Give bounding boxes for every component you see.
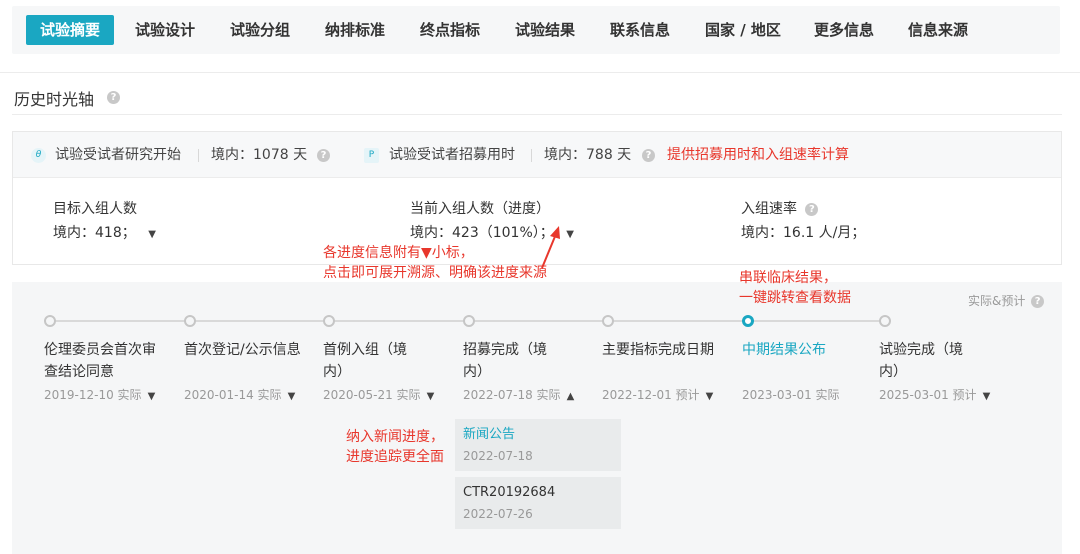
expand-caret-icon[interactable]: ▼	[148, 391, 156, 402]
milestone-name: 试验完成（境内）	[879, 342, 963, 380]
expand-caret-icon[interactable]: ▼	[288, 391, 296, 402]
tab-trial-summary[interactable]: 试验摘要	[26, 15, 115, 45]
recruit-value: 境内：788 天	[544, 147, 632, 163]
timeline-line	[50, 320, 748, 322]
source-card[interactable]: 新闻公告 2022-07-18	[455, 419, 621, 471]
timeline-dot	[463, 315, 475, 327]
enrollment-rate-label-text: 入组速率	[741, 201, 797, 217]
tab-trial-groups[interactable]: 试验分组	[216, 15, 304, 45]
tab-more-info[interactable]: 更多信息	[800, 15, 888, 45]
study-start-label: 试验受试者研究开始	[55, 147, 181, 163]
target-enrollment-text: 境内：418；	[53, 225, 136, 241]
tab-endpoints[interactable]: 终点指标	[406, 15, 494, 45]
study-start-icon: θ	[31, 148, 46, 163]
recruit-icon: P	[364, 148, 379, 163]
tab-bar: 试验摘要 试验设计 试验分组 纳排标准 终点指标 试验结果 联系信息 国家 / …	[12, 6, 1060, 54]
results-annotation-line: 一键跳转查看数据	[739, 290, 851, 306]
news-annotation-line: 纳入新闻进度，	[346, 429, 444, 445]
source-date: 2022-07-18	[463, 449, 533, 463]
milestone-date-text: 2022-12-01 预计	[602, 388, 700, 402]
milestone-date: 2020-05-21 实际 ▼	[323, 386, 434, 403]
divider	[12, 114, 1062, 115]
timeline-dot-active	[742, 315, 754, 327]
tab-info-source[interactable]: 信息来源	[894, 15, 982, 45]
target-enrollment-value: 境内：418； ▼	[53, 222, 156, 242]
timeline-dot	[602, 315, 614, 327]
page-title: 历史时光轴	[14, 90, 95, 109]
tab-contact-info[interactable]: 联系信息	[596, 15, 684, 45]
divider	[0, 72, 1080, 73]
milestone-date-text: 2025-03-01 预计	[879, 388, 977, 402]
milestone-date: 2023-03-01 实际	[742, 386, 840, 403]
news-annotation: 纳入新闻进度， 进度追踪更全面	[346, 427, 444, 467]
current-enrollment-label: 当前入组人数（进度）	[410, 201, 550, 217]
tab-inclusion-criteria[interactable]: 纳排标准	[311, 15, 399, 45]
milestone-date-text: 2022-07-18 实际	[463, 388, 561, 402]
milestone-name-link[interactable]: 中期结果公布	[742, 339, 862, 361]
tab-trial-results[interactable]: 试验结果	[501, 15, 589, 45]
enrollment-rate-label: 入组速率 ?	[741, 198, 819, 218]
timeline-dot	[44, 315, 56, 327]
results-annotation-line: 串联临床结果，	[739, 270, 837, 286]
milestone-name: 首例入组（境内）	[323, 342, 407, 380]
milestone-date: 2022-12-01 预计 ▼	[602, 386, 713, 403]
recruit-label: 试验受试者招募用时	[389, 147, 515, 163]
source-title-link[interactable]: 新闻公告	[463, 425, 613, 445]
milestone-date: 2020-01-14 实际 ▼	[184, 386, 295, 403]
question-icon[interactable]: ?	[317, 149, 330, 162]
milestone-name: 伦理委员会首次审查结论同意	[44, 342, 156, 380]
progress-annotation-line: 各进度信息附有▼小标，	[323, 245, 474, 261]
source-date: 2022-07-26	[463, 507, 533, 521]
milestone-date-text: 2023-03-01 实际	[742, 388, 840, 402]
study-start-value: 境内：1078 天	[211, 147, 308, 163]
recruit-note: 提供招募用时和入组速率计算	[667, 147, 849, 163]
timeline-line	[748, 320, 885, 322]
tab-trial-design[interactable]: 试验设计	[121, 15, 209, 45]
expand-caret-icon[interactable]: ▼	[566, 229, 574, 240]
milestone-date: 2025-03-01 预计 ▼	[879, 386, 990, 403]
legend: 实际&预计 ?	[968, 292, 1045, 309]
source-card[interactable]: CTR20192684 2022-07-26	[455, 477, 621, 529]
tab-country-region[interactable]: 国家 / 地区	[691, 15, 795, 45]
milestone-name: 首次登记/公示信息	[184, 342, 301, 358]
legend-text: 实际&预计	[968, 294, 1026, 308]
enrollment-rate-value: 境内：16.1 人/月；	[741, 225, 866, 241]
milestone-date-text: 2020-05-21 实际	[323, 388, 421, 402]
milestone-name: 招募完成（境内）	[463, 342, 547, 380]
progress-annotation: 各进度信息附有▼小标， 点击即可展开溯源、明确该进度来源	[323, 243, 547, 283]
target-enrollment-label: 目标入组人数	[53, 201, 137, 217]
milestone-name: 主要指标完成日期	[602, 342, 714, 358]
progress-annotation-line: 点击即可展开溯源、明确该进度来源	[323, 265, 547, 281]
summary-header: θ 试验受试者研究开始 境内：1078 天 ? P 试验受试者招募用时 境内：7…	[13, 132, 1061, 178]
timeline-dot	[184, 315, 196, 327]
milestone-date-text: 2019-12-10 实际	[44, 388, 142, 402]
milestone-date: 2019-12-10 实际 ▼	[44, 386, 155, 403]
results-annotation: 串联临床结果， 一键跳转查看数据	[739, 268, 851, 308]
question-icon[interactable]: ?	[805, 202, 819, 216]
collapse-caret-icon[interactable]: ▲	[567, 391, 575, 402]
timeline-dot	[879, 315, 891, 327]
current-enrollment-text: 境内：423（101%）；	[410, 225, 554, 241]
question-icon[interactable]: ?	[642, 149, 655, 162]
expand-caret-icon[interactable]: ▼	[706, 391, 714, 402]
source-title: CTR20192684	[463, 485, 556, 500]
milestone-date: 2022-07-18 实际 ▲	[463, 386, 574, 403]
divider	[531, 149, 532, 162]
news-annotation-line: 进度追踪更全面	[346, 449, 444, 465]
question-icon[interactable]: ?	[107, 91, 120, 104]
divider	[198, 149, 199, 162]
milestone-date-text: 2020-01-14 实际	[184, 388, 282, 402]
question-icon[interactable]: ?	[1031, 295, 1045, 308]
expand-caret-icon[interactable]: ▼	[427, 391, 435, 402]
expand-caret-icon[interactable]: ▼	[148, 229, 156, 240]
expand-caret-icon[interactable]: ▼	[983, 391, 991, 402]
timeline-dot	[323, 315, 335, 327]
